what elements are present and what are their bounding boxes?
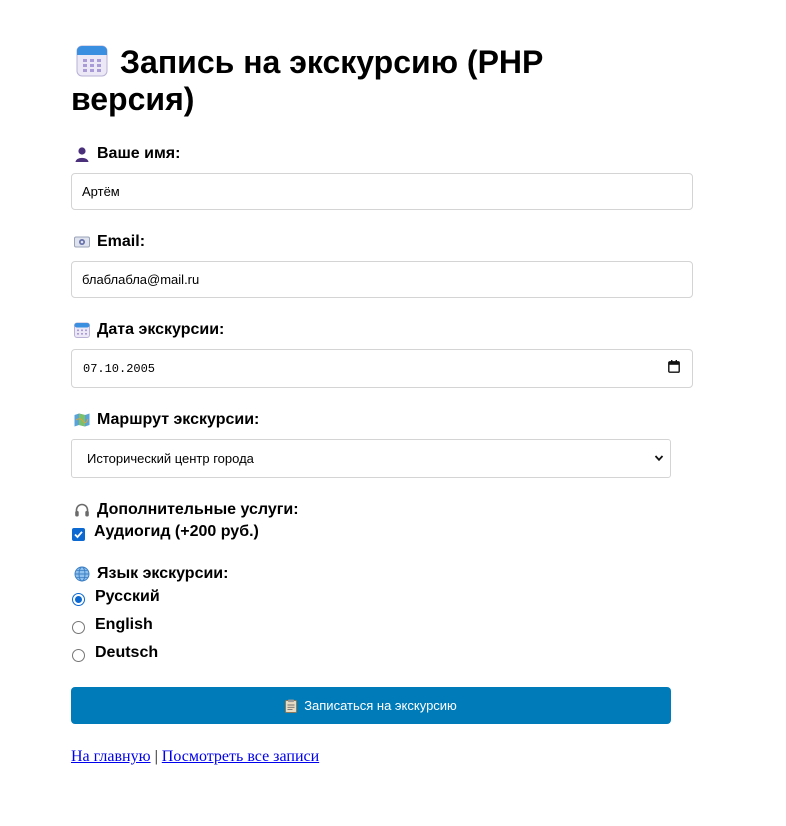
radio-label: Русский	[95, 587, 160, 605]
submit-label: Записаться на экскурсию	[304, 698, 457, 713]
all-records-link[interactable]: Посмотреть все записи	[162, 748, 319, 765]
language-option-en[interactable]: English	[71, 615, 153, 634]
clipboard-icon	[285, 699, 298, 713]
audioguide-label: Аудиогид (+200 руб.)	[94, 523, 259, 540]
submit-button[interactable]: Записаться на экскурсию	[71, 687, 671, 724]
calendar-picker-icon[interactable]	[668, 360, 680, 377]
globe-icon	[74, 566, 90, 582]
radio-ru[interactable]	[72, 593, 85, 606]
footer-links: На главную | Посмотреть все записи	[71, 748, 319, 766]
name-input[interactable]: Артём	[71, 173, 693, 210]
radio-label: Deutsch	[95, 643, 159, 661]
calendar-icon	[74, 322, 90, 338]
page-title: Запись на экскурсию (PHP версия)	[71, 44, 543, 117]
email-icon	[74, 234, 90, 250]
language-label: Язык экскурсии:	[74, 564, 228, 584]
language-option-de[interactable]: Deutsch	[71, 643, 158, 662]
headphones-icon	[74, 502, 90, 518]
calendar-icon	[76, 44, 108, 78]
email-label: Email:	[74, 232, 145, 252]
email-input[interactable]: блаблабла@mail.ru	[71, 261, 693, 298]
route-select[interactable]: Исторический центр города	[71, 439, 671, 478]
language-option-ru[interactable]: Русский	[71, 587, 160, 606]
map-icon	[74, 412, 90, 428]
name-label: Ваше имя:	[74, 144, 180, 164]
user-icon	[74, 146, 90, 162]
radio-en[interactable]	[72, 621, 85, 634]
chevron-down-icon	[654, 451, 664, 466]
audioguide-checkbox[interactable]	[72, 527, 85, 541]
radio-de[interactable]	[72, 649, 85, 662]
date-input[interactable]: 07.10.2005	[71, 349, 693, 388]
route-label: Маршрут экскурсии:	[74, 410, 259, 430]
extras-label: Дополнительные услуги:	[74, 500, 299, 520]
date-label: Дата экскурсии:	[74, 320, 224, 340]
audioguide-option[interactable]: Аудиогид (+200 руб.)	[71, 523, 259, 541]
radio-label: English	[95, 615, 153, 633]
link-separator: |	[154, 748, 158, 765]
home-link[interactable]: На главную	[71, 748, 151, 765]
